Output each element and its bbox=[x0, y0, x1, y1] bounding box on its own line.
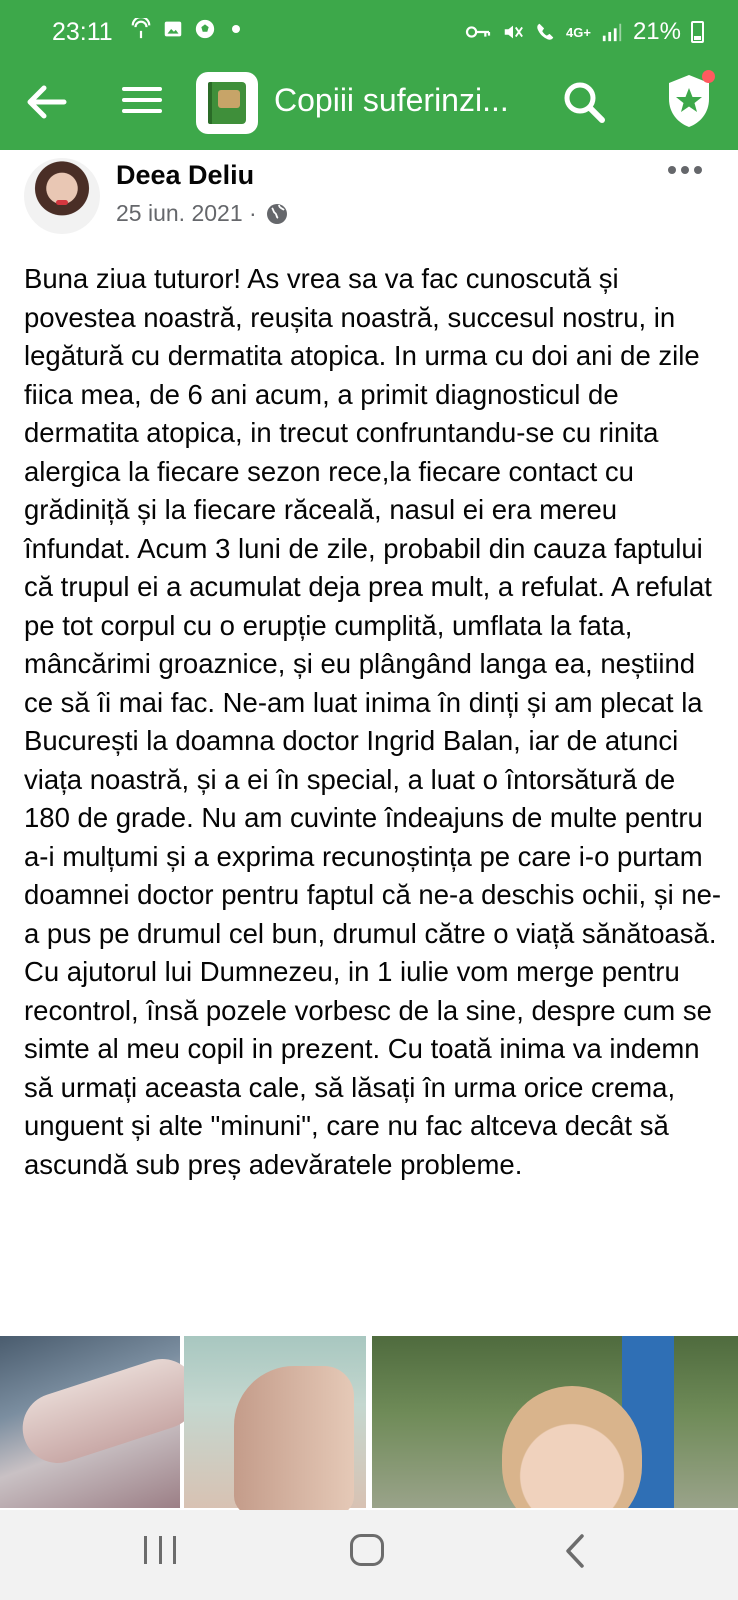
post-header: Deea Deliu 25 iun. 2021 · bbox=[0, 150, 738, 250]
status-system-icons: 4G+ 21% bbox=[464, 18, 704, 46]
post-author[interactable]: Deea Deliu bbox=[116, 160, 254, 191]
mute-icon bbox=[504, 25, 523, 39]
post-photo-2[interactable] bbox=[184, 1336, 366, 1516]
search-icon[interactable] bbox=[560, 78, 608, 126]
menu-icon[interactable] bbox=[122, 80, 162, 124]
battery-icon bbox=[691, 21, 704, 43]
back-arrow-icon[interactable] bbox=[22, 78, 70, 126]
football-icon bbox=[195, 19, 215, 39]
post-photo-1[interactable] bbox=[0, 1336, 180, 1508]
post-date[interactable]: 25 iun. 2021 · bbox=[116, 200, 257, 227]
recent-apps-icon[interactable] bbox=[144, 1536, 176, 1566]
group-app-icon[interactable] bbox=[196, 72, 258, 134]
status-notification-icons bbox=[130, 18, 240, 40]
status-time: 23:11 bbox=[52, 18, 113, 46]
globe-icon bbox=[266, 203, 287, 224]
system-back-icon[interactable] bbox=[560, 1532, 590, 1570]
group-title[interactable]: Copiii suferinzi... bbox=[274, 82, 534, 119]
more-notifications-dot bbox=[232, 25, 240, 33]
notification-badge bbox=[702, 70, 715, 83]
toolbar: Copiii suferinzi... bbox=[0, 62, 738, 150]
gallery-icon bbox=[164, 21, 182, 37]
post-body-text: Buna ziua tuturor! As vrea sa va fac cun… bbox=[24, 263, 722, 1180]
battery-percent: 21% bbox=[632, 18, 681, 45]
post-photos bbox=[0, 1336, 738, 1516]
hotspot-icon bbox=[131, 18, 151, 39]
network-type: 4G+ bbox=[566, 24, 591, 40]
signal-icon bbox=[602, 23, 622, 42]
status-bar: 23:11 4G+ 21% bbox=[0, 0, 738, 62]
post-meta: 25 iun. 2021 · bbox=[116, 200, 289, 227]
post-photo-3[interactable] bbox=[372, 1336, 738, 1508]
wifi-call-icon bbox=[537, 23, 554, 40]
system-navigation-bar bbox=[0, 1510, 738, 1600]
key-icon bbox=[465, 26, 491, 38]
home-icon[interactable] bbox=[350, 1534, 384, 1566]
app-bar: 23:11 4G+ 21% Copiii suferinzi... bbox=[0, 0, 738, 150]
avatar[interactable] bbox=[24, 158, 100, 234]
more-options-icon[interactable] bbox=[668, 166, 708, 178]
